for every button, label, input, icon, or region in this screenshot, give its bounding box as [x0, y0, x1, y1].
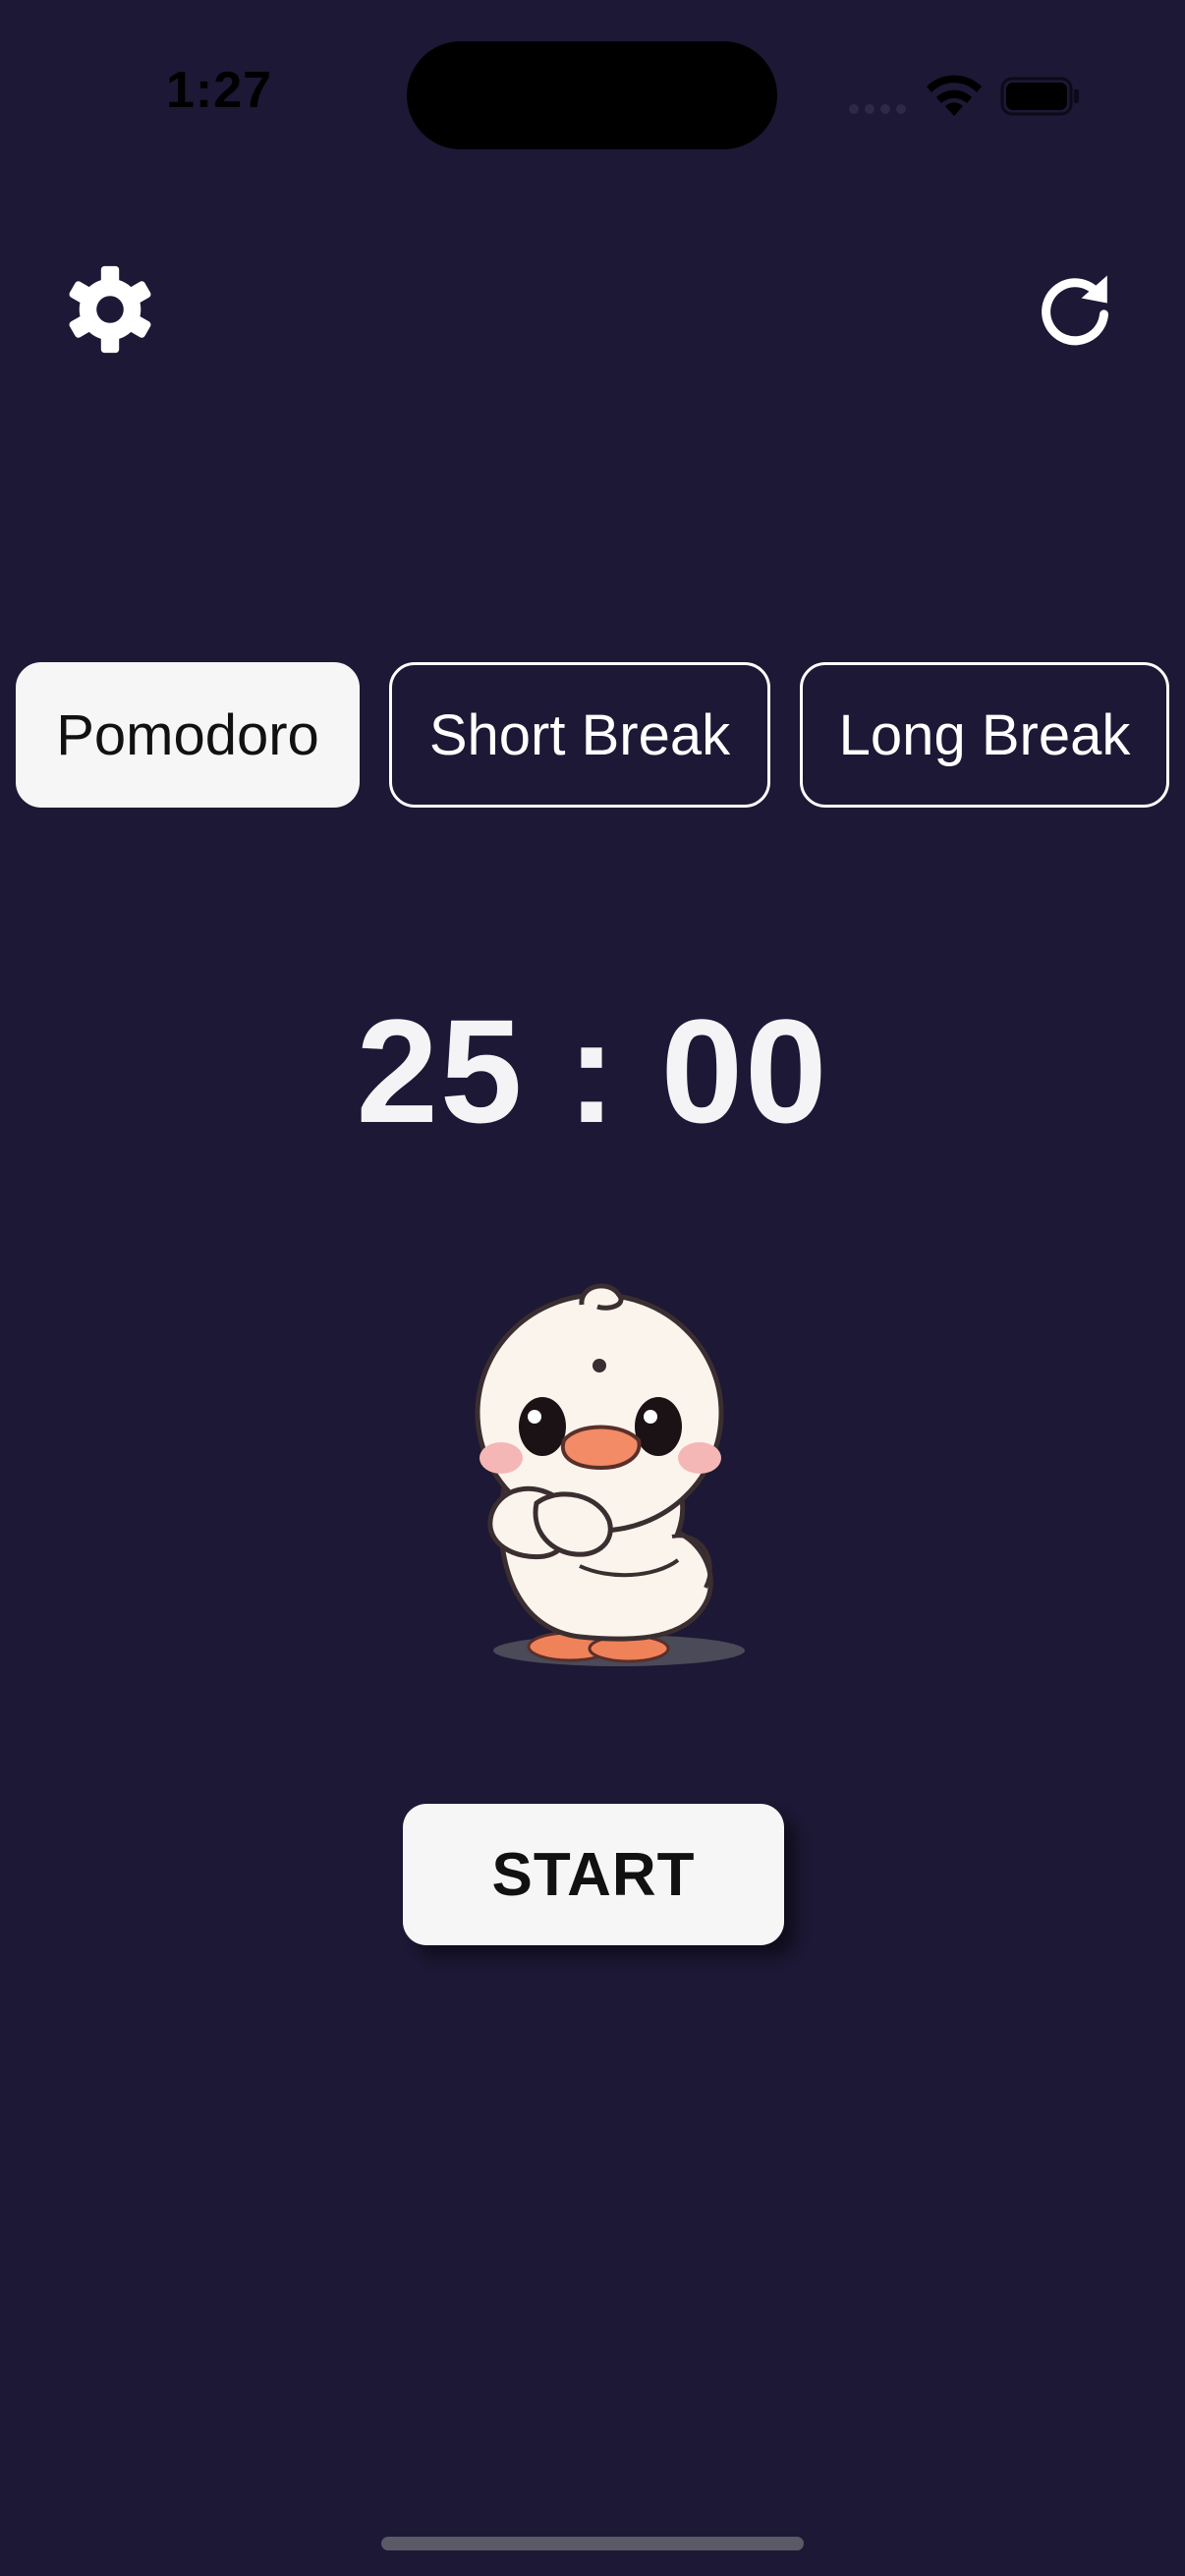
status-bar-time: 1:27: [165, 62, 273, 119]
gear-icon: [69, 265, 151, 354]
settings-button[interactable]: [61, 260, 159, 359]
tab-pomodoro[interactable]: Pomodoro: [16, 662, 360, 808]
home-indicator[interactable]: [381, 2537, 804, 2550]
start-button[interactable]: START: [403, 1804, 784, 1945]
tab-long-break[interactable]: Long Break: [800, 662, 1169, 808]
cellular-signal-icon: [849, 104, 906, 114]
battery-icon: [1000, 77, 1079, 116]
timer-display: 25 : 00: [356, 988, 829, 1153]
reset-button[interactable]: [1026, 260, 1124, 359]
pomodoro-screen: 1:27 Pomodoro Short Break Long Break 25 …: [0, 0, 1185, 2576]
refresh-icon: [1042, 275, 1109, 346]
tab-short-break[interactable]: Short Break: [389, 662, 770, 808]
wifi-icon: [927, 75, 982, 116]
dynamic-island: [407, 41, 777, 149]
duck-mascot-illustration: [475, 1283, 745, 1666]
